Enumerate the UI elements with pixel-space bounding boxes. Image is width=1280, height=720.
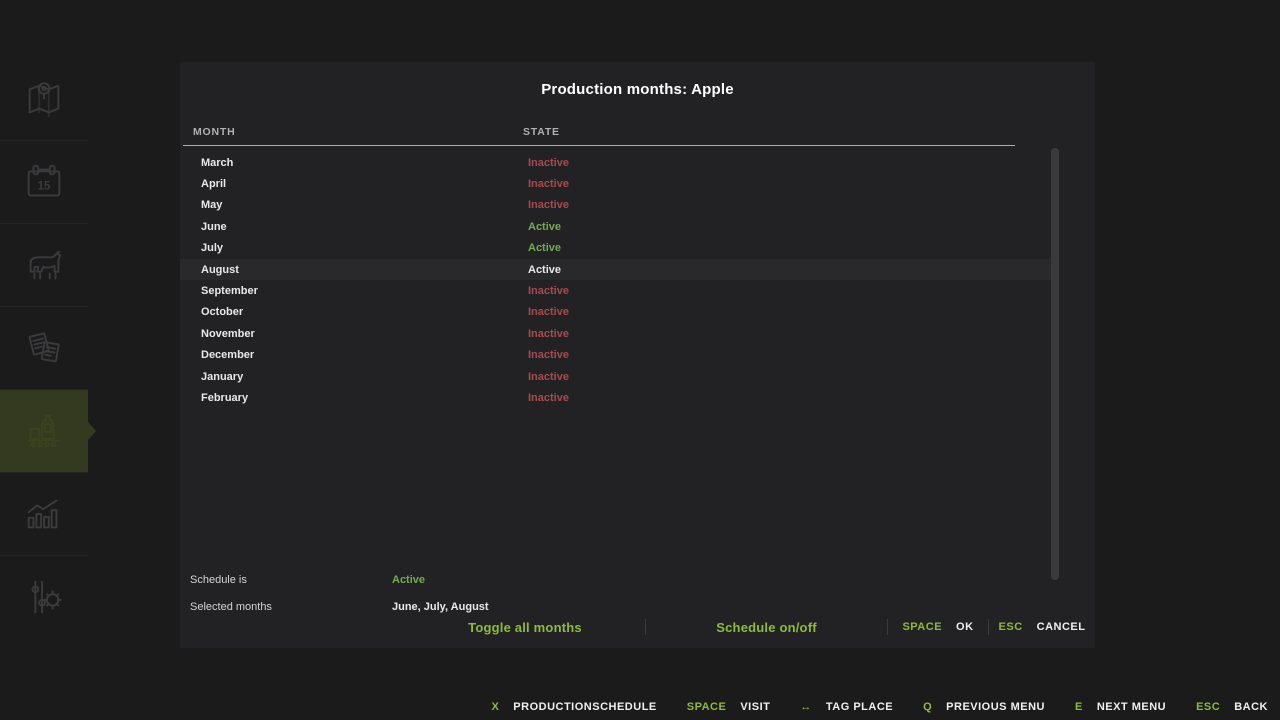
- sidebar-item-production[interactable]: [0, 389, 88, 472]
- table-row[interactable]: SeptemberInactive: [180, 280, 1055, 301]
- state-cell: Active: [507, 264, 907, 276]
- cancel-label: CANCEL: [1037, 621, 1086, 633]
- keybind-label: PRODUCTIONSCHEDULE: [513, 701, 656, 713]
- month-cell: May: [180, 199, 507, 211]
- cancel-button[interactable]: ESC CANCEL: [988, 619, 1095, 635]
- state-cell: Inactive: [507, 199, 907, 211]
- table-row[interactable]: MayInactive: [180, 195, 1055, 216]
- state-cell: Inactive: [507, 392, 907, 404]
- selected-months-label: Selected months: [190, 601, 392, 613]
- table-row[interactable]: JuneActive: [180, 216, 1055, 237]
- keybind-bar: X PRODUCTIONSCHEDULE SPACE VISIT ↔ TAG P…: [0, 694, 1280, 720]
- column-header-month: MONTH: [193, 126, 236, 138]
- settings-icon: [21, 574, 67, 620]
- table-row[interactable]: NovemberInactive: [180, 323, 1055, 344]
- calendar-icon: 15: [21, 159, 67, 205]
- production-months-panel: Production months: Apple MONTH STATE Mar…: [180, 62, 1095, 648]
- key-space: SPACE: [687, 701, 727, 713]
- key-q: Q: [923, 701, 932, 713]
- schedule-status-label: Schedule is: [190, 574, 392, 586]
- svg-text:15: 15: [38, 181, 51, 193]
- key-esc: ESC: [1196, 701, 1220, 713]
- keybind-label: NEXT MENU: [1097, 701, 1166, 713]
- esc-keycap: ESC: [999, 621, 1023, 633]
- state-cell: Active: [507, 221, 907, 233]
- table-row[interactable]: OctoberInactive: [180, 302, 1055, 323]
- selected-months-value: June, July, August: [392, 601, 489, 613]
- month-cell: November: [180, 328, 507, 340]
- months-table: MarchInactive AprilInactive MayInactive …: [180, 152, 1055, 409]
- schedule-onoff-button[interactable]: Schedule on/off: [645, 619, 887, 635]
- space-keycap: SPACE: [902, 621, 942, 633]
- scrollbar-thumb[interactable]: [1051, 148, 1059, 580]
- month-cell: April: [180, 178, 507, 190]
- table-row[interactable]: JulyActive: [180, 238, 1055, 259]
- month-cell: December: [180, 349, 507, 361]
- state-cell: Inactive: [507, 306, 907, 318]
- month-cell: October: [180, 306, 507, 318]
- table-row[interactable]: AugustActive: [180, 259, 1055, 280]
- state-cell: Inactive: [507, 349, 907, 361]
- table-row[interactable]: FebruaryInactive: [180, 387, 1055, 408]
- screen: 15: [0, 0, 1280, 720]
- table-row[interactable]: AprilInactive: [180, 173, 1055, 194]
- keybind-previous-menu[interactable]: Q PREVIOUS MENU: [923, 701, 1045, 713]
- schedule-status-value: Active: [392, 574, 425, 586]
- page-title: Production months: Apple: [180, 81, 1095, 98]
- key-e: E: [1075, 701, 1083, 713]
- state-cell: Inactive: [507, 285, 907, 297]
- state-cell: Active: [507, 242, 907, 254]
- scrollbar[interactable]: [1050, 148, 1060, 580]
- month-cell: July: [180, 242, 507, 254]
- keybind-label: TAG PLACE: [826, 701, 893, 713]
- sidebar-item-statistics[interactable]: [0, 472, 88, 555]
- month-cell: February: [180, 392, 507, 404]
- table-header: MONTH STATE: [180, 126, 1095, 142]
- schedule-onoff-label: Schedule on/off: [716, 620, 817, 635]
- table-row[interactable]: DecemberInactive: [180, 345, 1055, 366]
- action-bar: Toggle all months Schedule on/off SPACE …: [405, 614, 1095, 640]
- toggle-all-months-button[interactable]: Toggle all months: [405, 619, 645, 635]
- sidebar-item-map[interactable]: [0, 57, 88, 140]
- sidebar: 15: [0, 0, 88, 720]
- schedule-status-row: Schedule is Active: [190, 571, 890, 589]
- ok-label: OK: [956, 621, 974, 633]
- tab-arrow-icon: ↔: [800, 701, 812, 713]
- toggle-all-months-label: Toggle all months: [468, 620, 582, 635]
- table-row[interactable]: MarchInactive: [180, 152, 1055, 173]
- keybind-back[interactable]: ESC BACK: [1196, 701, 1268, 713]
- header-divider: [183, 145, 1015, 146]
- state-cell: Inactive: [507, 157, 907, 169]
- state-cell: Inactive: [507, 178, 907, 190]
- keybind-label: PREVIOUS MENU: [946, 701, 1045, 713]
- statistics-icon: [21, 491, 67, 537]
- sidebar-item-calendar[interactable]: 15: [0, 140, 88, 223]
- column-header-state: STATE: [523, 126, 560, 138]
- month-cell: August: [180, 264, 507, 276]
- keybind-next-menu[interactable]: E NEXT MENU: [1075, 701, 1166, 713]
- key-x: X: [491, 701, 499, 713]
- ok-button[interactable]: SPACE OK: [887, 619, 988, 635]
- animal-icon: [21, 242, 67, 288]
- keybind-productionschedule[interactable]: X PRODUCTIONSCHEDULE: [491, 701, 656, 713]
- month-cell: September: [180, 285, 507, 297]
- month-cell: March: [180, 157, 507, 169]
- sidebar-item-settings[interactable]: [0, 555, 88, 638]
- month-cell: June: [180, 221, 507, 233]
- sidebar-item-contracts[interactable]: [0, 306, 88, 389]
- map-icon: [21, 76, 67, 122]
- state-cell: Inactive: [507, 371, 907, 383]
- keybind-visit[interactable]: SPACE VISIT: [687, 701, 771, 713]
- production-icon: [21, 408, 67, 454]
- keybind-label: VISIT: [740, 701, 770, 713]
- keybind-label: BACK: [1234, 701, 1268, 713]
- keybind-tag-place[interactable]: ↔ TAG PLACE: [800, 701, 893, 713]
- state-cell: Inactive: [507, 328, 907, 340]
- sidebar-item-animals[interactable]: [0, 223, 88, 306]
- contracts-icon: [21, 325, 67, 371]
- month-cell: January: [180, 371, 507, 383]
- table-row[interactable]: JanuaryInactive: [180, 366, 1055, 387]
